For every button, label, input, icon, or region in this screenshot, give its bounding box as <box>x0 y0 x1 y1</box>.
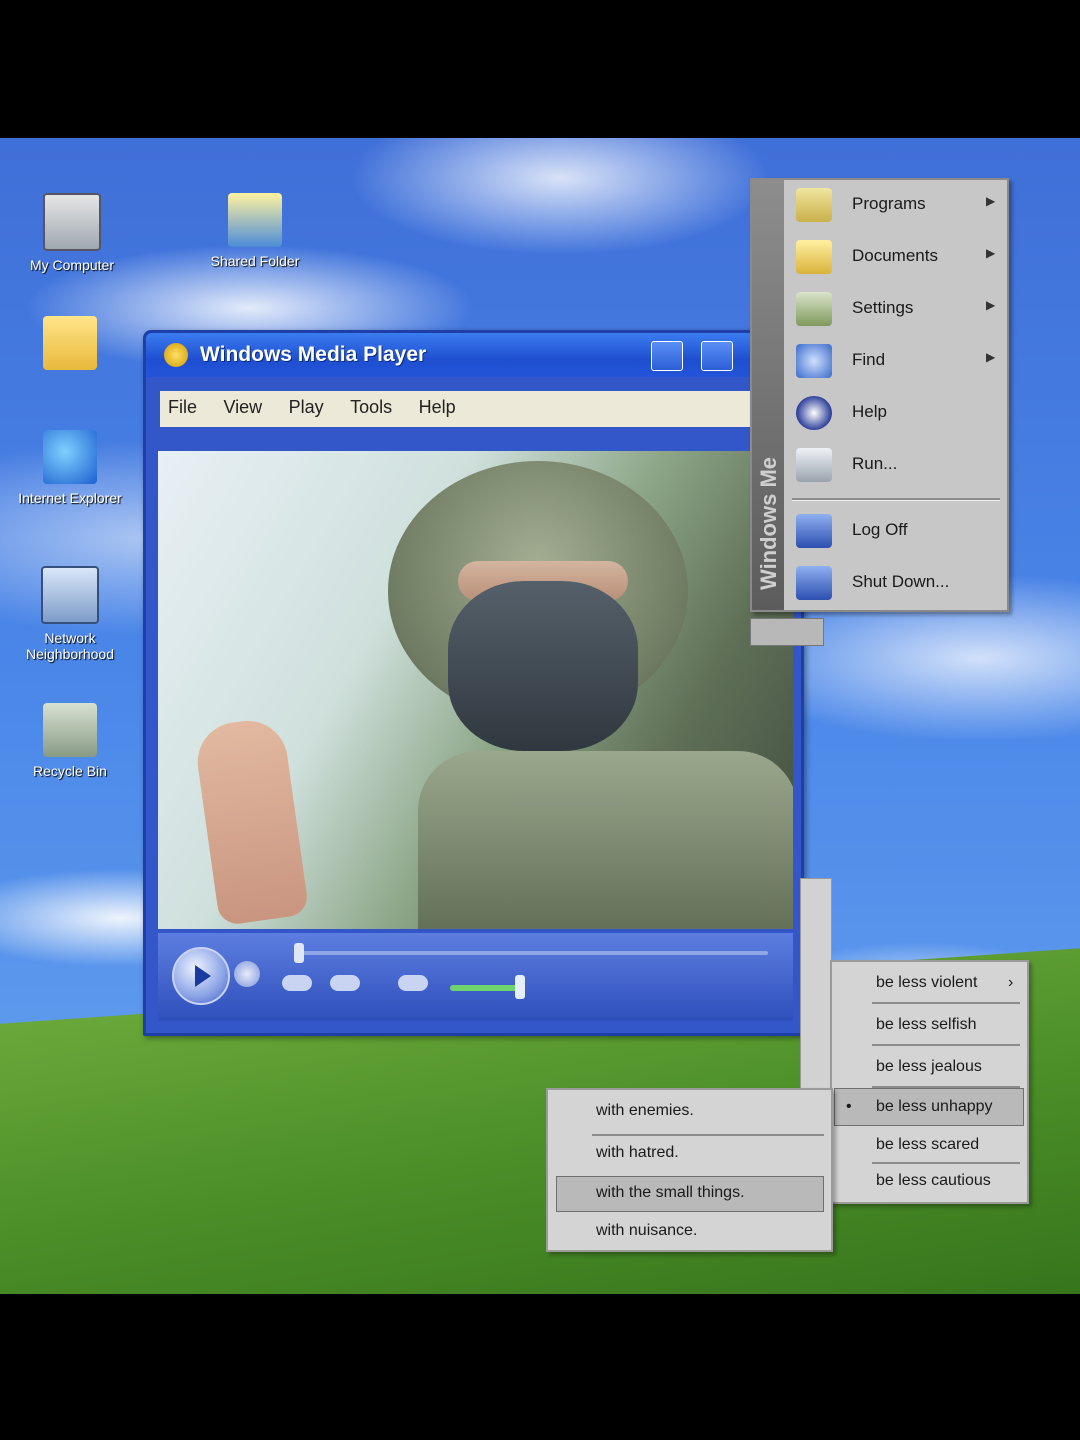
desktop-icon-internet-explorer[interactable]: Internet Explorer <box>10 430 130 506</box>
video-subject-mask <box>448 581 638 751</box>
mute-button[interactable] <box>398 975 428 991</box>
desktop-icon-label: Network Neighborhood <box>26 630 114 662</box>
find-icon <box>796 344 832 378</box>
start-menu: Windows Me Programs ▶ Documents ▶ Settin… <box>750 178 1009 612</box>
seek-bar[interactable] <box>298 951 768 955</box>
item-underline <box>872 1044 1020 1046</box>
window-title: Windows Media Player <box>200 343 427 366</box>
menu-file[interactable]: File <box>168 397 197 418</box>
start-item-shut-down[interactable]: Shut Down... <box>796 562 996 604</box>
media-player-icon <box>164 343 188 367</box>
shared-folder-icon <box>228 193 282 247</box>
menu-bar: File View Play Tools Help <box>160 391 750 427</box>
menu-tools[interactable]: Tools <box>350 397 392 418</box>
desktop: My Computer Shared Folder Internet Explo… <box>0 138 1080 1294</box>
submenu-arrow-icon: ▶ <box>986 246 996 260</box>
start-item-settings[interactable]: Settings ▶ <box>796 288 996 330</box>
item-underline <box>872 1002 1020 1004</box>
minimize-button[interactable] <box>651 341 683 371</box>
with-item-highlighted[interactable]: with the small things. <box>596 1184 745 1202</box>
start-item-label: Find <box>852 350 886 369</box>
start-menu-banner-text: Windows Me <box>756 456 781 590</box>
folder-icon <box>43 316 97 370</box>
desktop-icon-label: Internet Explorer <box>18 490 122 506</box>
run-icon <box>796 448 832 482</box>
checkmark-icon: • <box>846 1098 852 1115</box>
computer-icon <box>43 193 101 251</box>
start-item-find[interactable]: Find ▶ <box>796 340 996 382</box>
with-item[interactable]: with enemies. <box>596 1102 694 1120</box>
submenu-arrow-icon: ▶ <box>986 350 996 364</box>
start-item-programs[interactable]: Programs ▶ <box>796 184 996 226</box>
desktop-icon-shared-folder[interactable]: Shared Folder <box>195 193 315 269</box>
submenu-with: with enemies. with hatred. with the smal… <box>546 1088 833 1252</box>
with-item[interactable]: with hatred. <box>596 1144 679 1162</box>
maximize-button[interactable] <box>701 341 733 371</box>
desktop-icon-label: Shared Folder <box>210 253 300 269</box>
peace-sign-hand <box>192 715 310 927</box>
start-item-label: Settings <box>852 298 914 317</box>
start-button-fragment[interactable] <box>750 618 824 646</box>
menu-scroll-strip <box>800 878 832 1110</box>
feelings-item[interactable]: be less cautious <box>876 1172 991 1190</box>
menu-view[interactable]: View <box>223 397 262 418</box>
desktop-icon-label: Recycle Bin <box>33 763 107 779</box>
programs-icon <box>796 188 832 222</box>
start-item-label: Shut Down... <box>852 572 950 591</box>
start-item-label: Programs <box>852 194 926 213</box>
internet-explorer-icon <box>43 430 97 484</box>
desktop-icon-folder[interactable] <box>10 316 130 376</box>
start-item-help[interactable]: Help <box>796 392 996 434</box>
play-button[interactable] <box>172 947 230 1005</box>
item-underline <box>872 1086 1020 1088</box>
previous-button[interactable] <box>282 975 312 991</box>
feelings-item[interactable]: be less violent <box>876 974 977 992</box>
shut-down-icon <box>796 566 832 600</box>
documents-icon <box>796 240 832 274</box>
menu-help[interactable]: Help <box>419 397 456 418</box>
media-player-window: Windows Media Player File View Play Tool… <box>143 330 804 1036</box>
menu-separator <box>792 498 1000 501</box>
feelings-item[interactable]: be less selfish <box>876 1016 977 1034</box>
menu-play[interactable]: Play <box>289 397 324 418</box>
log-off-icon <box>796 514 832 548</box>
start-item-label: Help <box>852 402 887 421</box>
desktop-icon-my-computer[interactable]: My Computer <box>12 193 132 273</box>
feelings-item-selected[interactable]: be less unhappy <box>876 1098 993 1116</box>
desktop-icon-recycle-bin[interactable]: Recycle Bin <box>10 703 130 779</box>
submenu-feelings: • be less violent › be less selfish be l… <box>830 960 1029 1204</box>
submenu-arrow-icon: ▶ <box>986 298 996 312</box>
start-item-documents[interactable]: Documents ▶ <box>796 236 996 278</box>
stop-button[interactable] <box>234 961 260 987</box>
with-item[interactable]: with nuisance. <box>596 1222 697 1240</box>
item-underline <box>872 1162 1020 1164</box>
item-underline <box>592 1134 824 1136</box>
start-item-label: Documents <box>852 246 938 265</box>
desktop-icon-label: My Computer <box>29 257 115 273</box>
network-icon <box>41 566 99 624</box>
recycle-bin-icon <box>43 703 97 757</box>
seek-thumb[interactable] <box>294 943 304 963</box>
start-item-label: Run... <box>852 454 898 473</box>
submenu-arrow-icon: › <box>1008 974 1014 991</box>
start-item-log-off[interactable]: Log Off <box>796 510 996 552</box>
volume-thumb[interactable] <box>515 975 525 999</box>
feelings-item[interactable]: be less jealous <box>876 1058 982 1076</box>
submenu-arrow-icon: ▶ <box>986 194 996 208</box>
help-icon <box>796 396 832 430</box>
start-item-run[interactable]: Run... <box>796 444 996 486</box>
feelings-item[interactable]: be less scared <box>876 1136 979 1154</box>
playback-controls <box>158 933 793 1021</box>
video-subject-body <box>418 751 793 929</box>
video-area[interactable] <box>158 451 793 929</box>
volume-slider[interactable] <box>450 985 520 991</box>
window-titlebar[interactable]: Windows Media Player <box>146 333 801 377</box>
next-button[interactable] <box>330 975 360 991</box>
desktop-icon-network[interactable]: Network Neighborhood <box>10 566 130 662</box>
start-item-label: Log Off <box>852 520 908 539</box>
settings-icon <box>796 292 832 326</box>
